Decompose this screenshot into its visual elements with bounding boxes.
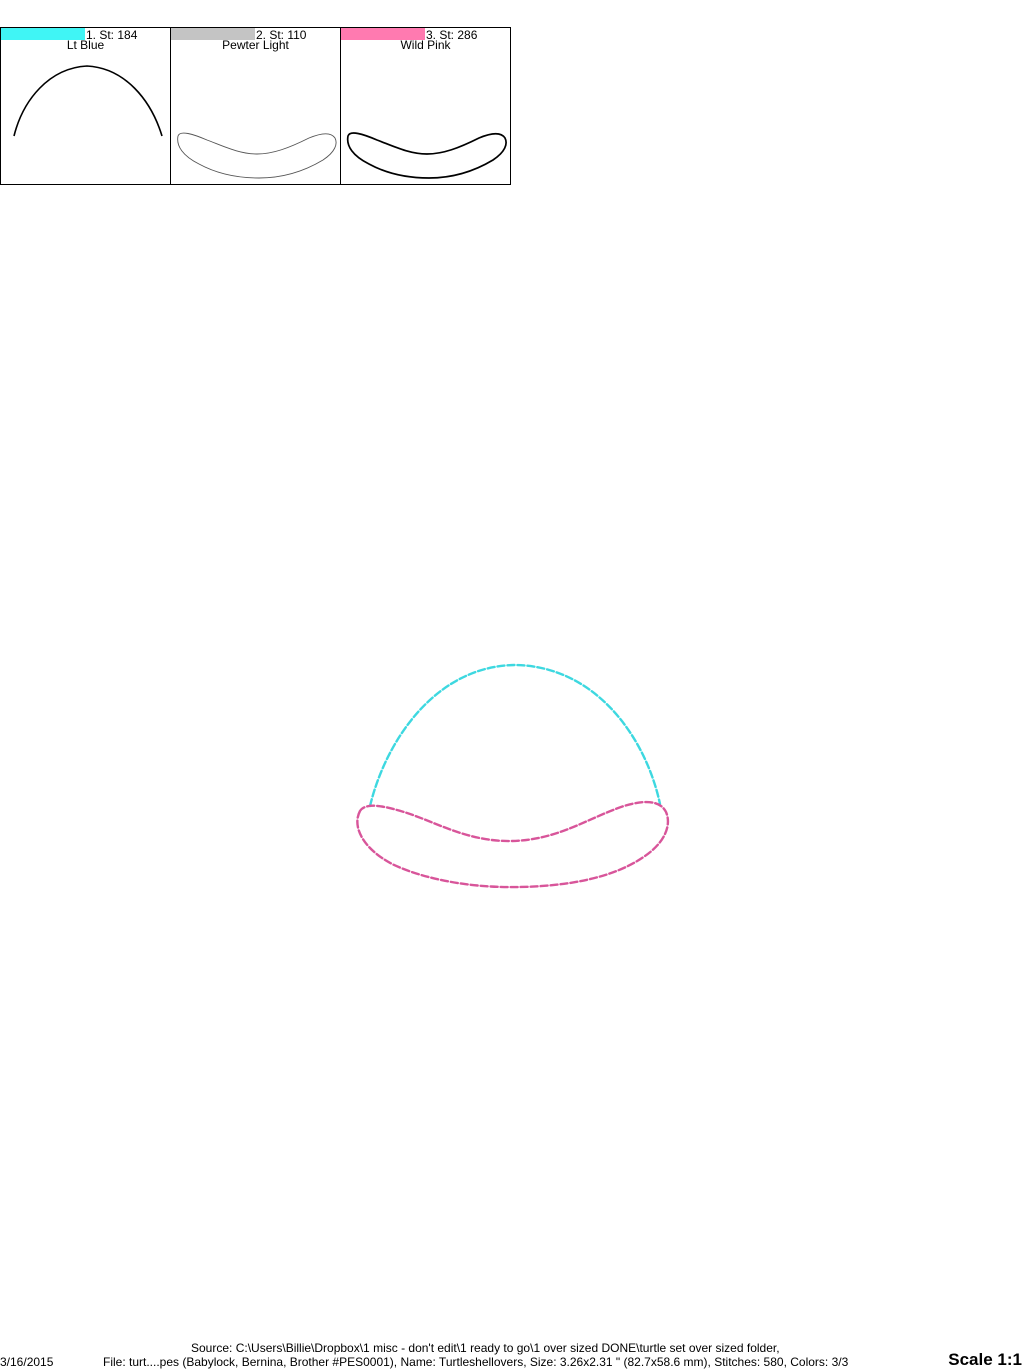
turtle-shell-brim xyxy=(356,800,670,889)
footer-date: 3/16/2015 xyxy=(0,1355,54,1369)
thread-cell-2: 2. St: 110 Pewter Light xyxy=(171,28,341,184)
thread-color-name-3: Wild Pink xyxy=(400,38,451,52)
thread-preview-1-shell-arc xyxy=(13,65,163,137)
footer-source-path: Source: C:\Users\Billie\Dropbox\1 misc -… xyxy=(191,1341,780,1355)
design-canvas xyxy=(356,663,670,889)
thread-color-chart: 1. St: 184 Lt Blue 2. St: 110 Pewter Lig… xyxy=(0,27,511,185)
thread-color-name-1: Lt Blue xyxy=(66,38,105,52)
thread-cell-1: 1. St: 184 Lt Blue xyxy=(1,28,171,184)
thread-color-name-2: Pewter Light xyxy=(222,38,289,52)
footer-scale: Scale 1:1 xyxy=(948,1350,1022,1369)
print-footer: Source: C:\Users\Billie\Dropbox\1 misc -… xyxy=(0,1340,1024,1370)
footer-file-info: File: turt....pes (Babylock, Bernina, Br… xyxy=(103,1355,849,1369)
thread-preview-3-brim-outline xyxy=(346,132,507,179)
turtle-shell-dome xyxy=(368,663,662,808)
thread-preview-2-brim xyxy=(177,132,337,179)
thread-cell-3: 3. St: 286 Wild Pink xyxy=(341,28,510,184)
